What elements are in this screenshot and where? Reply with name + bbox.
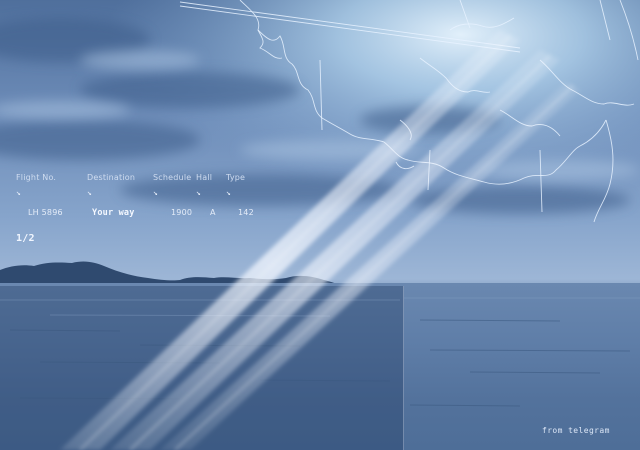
arrow-down-right-icon: ↘ xyxy=(196,188,202,197)
arrow-down-right-icon: ↘ xyxy=(87,188,93,197)
arrow-down-right-icon: ↘ xyxy=(226,188,232,197)
type-value: 142 xyxy=(238,208,254,217)
hall-value: A xyxy=(210,208,216,217)
header-hall: Hall xyxy=(196,173,213,182)
header-schedule: Schedule xyxy=(153,173,192,182)
header-type: Type xyxy=(226,173,246,182)
header-destination: Destination xyxy=(87,173,136,182)
header-flight-no: Flight No. xyxy=(16,173,57,182)
arrow-down-right-icon: ↘ xyxy=(153,188,159,197)
credit-caption: from telegram xyxy=(542,426,610,435)
departure-board: Flight No. Destination Schedule Hall Typ… xyxy=(0,170,270,250)
destination-value: Your way xyxy=(92,208,135,218)
arrow-down-right-icon: ↘ xyxy=(16,188,22,197)
collage-scene: Flight No. Destination Schedule Hall Typ… xyxy=(0,0,640,450)
schedule-value: 1900 xyxy=(171,208,193,217)
flight-number: LH 5896 xyxy=(28,208,63,217)
page-indicator: 1/2 xyxy=(16,233,35,244)
